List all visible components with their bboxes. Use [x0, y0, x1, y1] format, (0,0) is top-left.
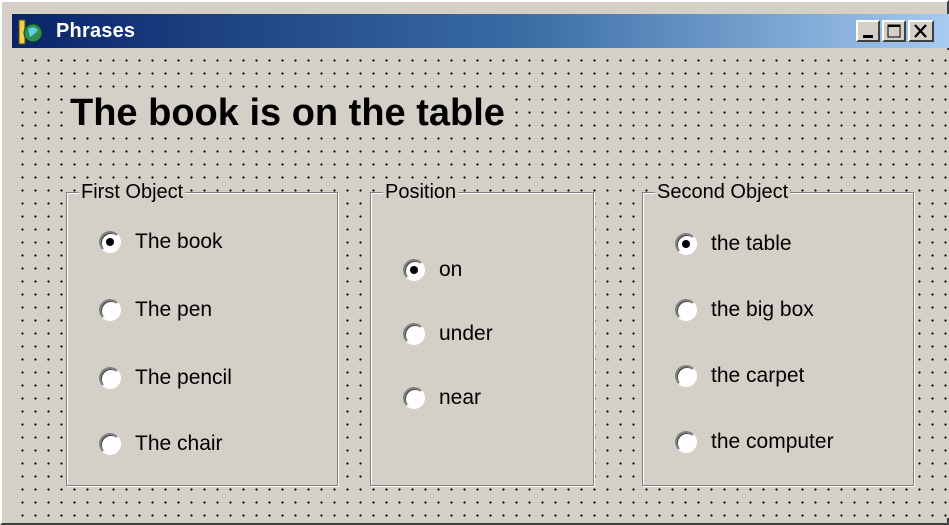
radio-first-the-pencil[interactable]: The pencil [99, 365, 232, 391]
maximize-button[interactable] [882, 20, 906, 42]
position-group-title: Position [383, 181, 459, 203]
position-group: Position on under near [370, 181, 594, 486]
second-object-group-title: Second Object [655, 181, 791, 203]
radio-position-under[interactable]: under [403, 321, 493, 347]
radio-second-the-table[interactable]: the table [675, 231, 792, 257]
maximize-icon [887, 24, 901, 38]
radio-second-the-computer[interactable]: the computer [675, 429, 834, 455]
title-bar[interactable]: Phrases [12, 14, 949, 48]
radio-button[interactable] [403, 259, 425, 281]
radio-button[interactable] [403, 323, 425, 345]
radio-label: on [439, 258, 463, 281]
radio-label: The pen [135, 298, 213, 321]
radio-button[interactable] [403, 387, 425, 409]
phrase-label: The book is on the table [66, 92, 509, 135]
phrases-window: Phrases The book is on the table First O… [0, 0, 949, 525]
minimize-button[interactable] [856, 20, 880, 42]
radio-button[interactable] [99, 299, 121, 321]
minimize-icon [863, 35, 873, 38]
radio-label: The book [135, 230, 223, 253]
close-icon [914, 24, 927, 38]
radio-second-the-carpet[interactable]: the carpet [675, 363, 804, 389]
first-object-group: First Object The book The pen The pencil… [66, 181, 338, 486]
radio-label: the computer [711, 430, 834, 453]
radio-label: The pencil [135, 366, 232, 389]
radio-button[interactable] [675, 233, 697, 255]
radio-label: the table [711, 232, 792, 255]
window-title: Phrases [56, 20, 136, 42]
radio-button[interactable] [675, 431, 697, 453]
radio-second-the-big-box[interactable]: the big box [675, 297, 814, 323]
radio-position-on[interactable]: on [403, 257, 462, 283]
radio-button[interactable] [99, 231, 121, 253]
second-object-group: Second Object the table the big box the … [642, 181, 914, 486]
radio-button[interactable] [99, 367, 121, 389]
radio-selected-dot [106, 238, 114, 246]
radio-label: under [439, 322, 493, 345]
app-icon[interactable] [18, 19, 44, 45]
radio-selected-dot [682, 240, 690, 248]
first-object-group-title: First Object [79, 181, 186, 203]
radio-label: the big box [711, 298, 814, 321]
form-client-area: The book is on the table First Object Th… [12, 50, 949, 518]
radio-button[interactable] [99, 433, 121, 455]
radio-label: The chair [135, 432, 223, 455]
radio-selected-dot [410, 266, 418, 274]
close-button[interactable] [908, 20, 934, 42]
radio-button[interactable] [675, 365, 697, 387]
radio-label: the carpet [711, 364, 805, 387]
radio-button[interactable] [675, 299, 697, 321]
radio-first-the-chair[interactable]: The chair [99, 431, 223, 457]
radio-position-near[interactable]: near [403, 385, 481, 411]
radio-label: near [439, 386, 482, 409]
radio-first-the-book[interactable]: The book [99, 229, 223, 255]
radio-first-the-pen[interactable]: The pen [99, 297, 212, 323]
